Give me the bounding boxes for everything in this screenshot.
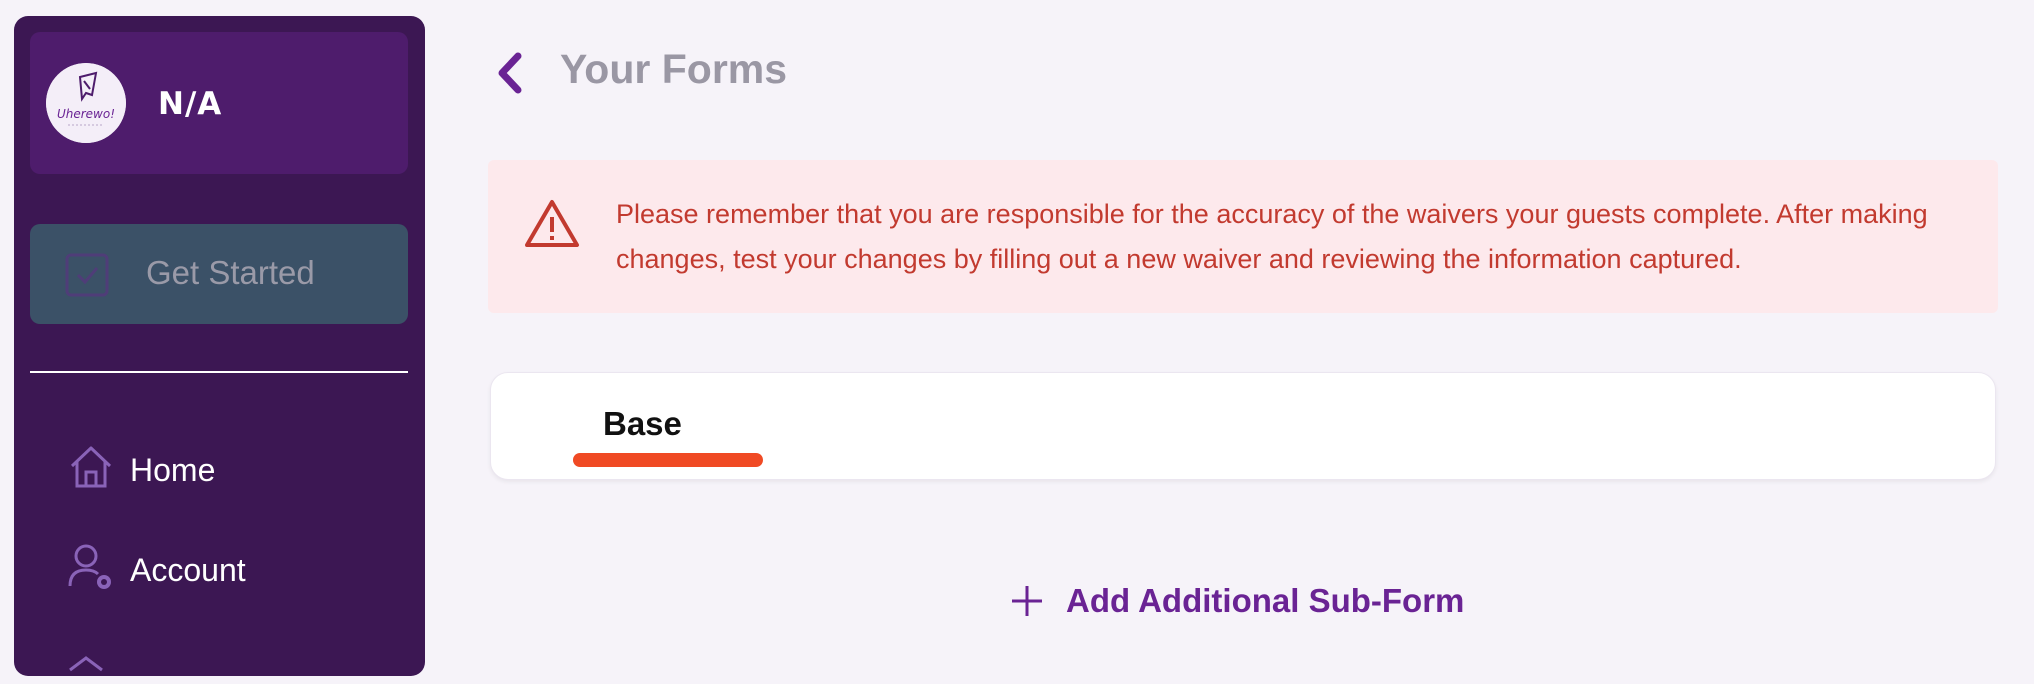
plus-icon [1012,586,1042,616]
add-subform-button[interactable]: Add Additional Sub-Form [1008,578,1488,626]
alert-message: Please remember that you are responsible… [616,199,1928,274]
checklist-icon [65,253,109,297]
svg-text:Uherewo!: Uherewo! [57,107,115,121]
sidebar-item-label: Account [130,552,246,588]
warning-alert: Please remember that you are responsible… [488,160,1998,313]
add-subform-label: Add Additional Sub-Form [1066,582,1465,619]
logo-icon: Uherewo! [46,63,126,143]
sidebar: Uherewo! N/A Get Started Home Account [14,16,425,676]
profile-card[interactable]: Uherewo! N/A [30,32,408,174]
active-underline [573,453,763,467]
more-icon [69,656,103,672]
back-button[interactable] [492,48,528,98]
get-started-button[interactable]: Get Started [30,224,408,324]
form-card-base[interactable]: Base [490,372,1996,480]
chevron-left-icon [498,52,522,94]
sidebar-item-account[interactable]: Account [62,540,402,600]
sidebar-item-home[interactable]: Home [62,440,402,500]
profile-name: N/A [158,86,223,122]
home-icon [70,446,112,488]
sidebar-item-label: Home [130,452,216,488]
user-gear-icon [68,544,111,589]
get-started-label: Get Started [146,254,315,291]
warning-triangle-icon [525,200,579,247]
page-title: Your Forms [560,46,788,92]
sidebar-divider [30,371,408,373]
form-name: Base [603,405,682,442]
avatar: Uherewo! [46,63,126,143]
